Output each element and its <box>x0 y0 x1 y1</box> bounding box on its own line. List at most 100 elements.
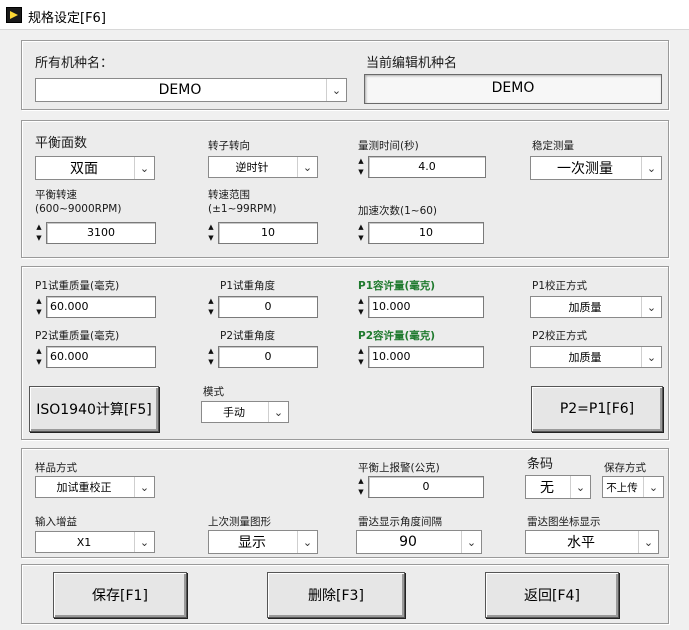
chevron-down-icon: ⌄ <box>641 297 661 317</box>
speed-range-spinner[interactable]: ▲ ▼ <box>206 222 216 244</box>
stable-measure-value: 一次测量 <box>557 161 613 177</box>
chevron-down-icon: ⌄ <box>641 347 661 367</box>
mode-dropdown[interactable]: 手动 ⌄ <box>201 401 289 423</box>
last-graph-dropdown[interactable]: 显示 ⌄ <box>208 530 318 554</box>
p1-mass-label: P1试重质量(毫克) <box>35 280 120 292</box>
current-model-label: 当前编辑机种名 <box>366 56 458 71</box>
all-models-label: 所有机种名： <box>35 56 114 71</box>
model-panel: 所有机种名： DEMO ⌄ 当前编辑机种名 DEMO <box>21 40 669 110</box>
chevron-down-icon: ⌄ <box>638 531 658 553</box>
p2-tolerance-label: P2容许量(毫克) <box>358 330 436 342</box>
radar-angle-label: 雷达显示角度间隔 <box>358 516 442 528</box>
speed-range-label: 转速范围 <box>208 189 250 201</box>
p1-tolerance-label: P1容许量(毫克) <box>358 280 436 292</box>
p2-angle-spinner[interactable]: ▲ ▼ <box>206 346 216 368</box>
footer-panel: 保存[F1] 删除[F3] 返回[F4] <box>21 564 669 624</box>
p1-mass-spinner[interactable]: ▲ ▼ <box>34 296 44 318</box>
p1-correction-label: P1校正方式 <box>532 280 588 292</box>
chevron-down-icon: ⌄ <box>326 79 346 101</box>
measure-time-spinner[interactable]: ▲ ▼ <box>356 156 366 178</box>
radar-coord-value: 水平 <box>567 535 595 551</box>
alarm-input[interactable]: 0 <box>368 476 484 498</box>
p1-correction-dropdown[interactable]: 加质量 ⌄ <box>530 296 662 318</box>
barcode-dropdown[interactable]: 无 ⌄ <box>525 475 591 499</box>
p2-correction-label: P2校正方式 <box>532 330 588 342</box>
misc-panel: 样品方式 加试重校正 ⌄ 平衡上报警(公克) ▲ ▼ 0 条码 无 ⌄ 保存方式 … <box>21 448 669 558</box>
p1-tolerance-spinner[interactable]: ▲ ▼ <box>356 296 366 318</box>
mode-value: 手动 <box>223 406 245 419</box>
all-models-value: DEMO <box>158 82 202 98</box>
current-model-display: DEMO <box>364 74 662 104</box>
plane-count-value: 双面 <box>70 161 98 177</box>
p1-mass-input[interactable]: 60.000 <box>46 296 156 318</box>
speed-range-hint: (±1~99RPM) <box>208 203 277 215</box>
save-mode-value: 不上传 <box>606 481 638 494</box>
input-gain-dropdown[interactable]: X1 ⌄ <box>35 531 155 553</box>
balance-speed-label: 平衡转速 <box>35 189 77 201</box>
rotation-label: 转子转向 <box>208 140 250 152</box>
alarm-spinner[interactable]: ▲ ▼ <box>356 476 366 498</box>
speed-range-input[interactable]: 10 <box>218 222 318 244</box>
rotation-value: 逆时针 <box>235 161 269 174</box>
p2-tolerance-spinner[interactable]: ▲ ▼ <box>356 346 366 368</box>
radar-angle-dropdown[interactable]: 90 ⌄ <box>356 530 482 554</box>
chevron-down-icon: ⌄ <box>297 157 317 177</box>
chevron-down-icon: ⌄ <box>268 402 288 422</box>
radar-angle-value: 90 <box>399 534 417 550</box>
input-gain-value: X1 <box>76 535 92 549</box>
stable-measure-dropdown[interactable]: 一次测量 ⌄ <box>530 156 662 180</box>
chevron-down-icon: ⌄ <box>297 531 317 553</box>
balance-speed-spinner[interactable]: ▲ ▼ <box>34 222 44 244</box>
barcode-label: 条码 <box>527 457 554 472</box>
sample-mode-dropdown[interactable]: 加试重校正 ⌄ <box>35 476 155 498</box>
save-mode-dropdown[interactable]: 不上传 ⌄ <box>602 476 664 498</box>
p2-angle-input[interactable]: 0 <box>218 346 318 368</box>
delete-button[interactable]: 删除[F3] <box>267 572 405 618</box>
balance-speed-range-hint: (600~9000RPM) <box>35 203 122 215</box>
radar-coord-dropdown[interactable]: 水平 ⌄ <box>525 530 659 554</box>
p2-mass-spinner[interactable]: ▲ ▼ <box>34 346 44 368</box>
all-models-dropdown[interactable]: DEMO ⌄ <box>35 78 347 102</box>
p2-angle-label: P2试重角度 <box>220 330 276 342</box>
measure-time-input[interactable]: 4.0 <box>368 156 486 178</box>
p1-angle-spinner[interactable]: ▲ ▼ <box>206 296 216 318</box>
accel-count-label: 加速次数(1~60) <box>358 205 438 217</box>
p1-angle-label: P1试重角度 <box>220 280 276 292</box>
alarm-label: 平衡上报警(公克) <box>358 462 440 474</box>
p1-correction-value: 加质量 <box>568 301 602 314</box>
accel-count-input[interactable]: 10 <box>368 222 484 244</box>
sample-mode-value: 加试重校正 <box>56 481 112 494</box>
p1-tolerance-input[interactable]: 10.000 <box>368 296 484 318</box>
barcode-value: 无 <box>540 480 554 496</box>
chevron-down-icon: ⌄ <box>134 477 154 497</box>
last-graph-label: 上次测量图形 <box>208 516 271 528</box>
copy-p1-to-p2-button[interactable]: P2=P1[F6] <box>531 386 663 432</box>
balance-speed-input[interactable]: 3100 <box>46 222 156 244</box>
back-button[interactable]: 返回[F4] <box>485 572 619 618</box>
plane-count-label: 平衡面数 <box>35 136 88 151</box>
plane-count-dropdown[interactable]: 双面 ⌄ <box>35 156 155 180</box>
p2-correction-dropdown[interactable]: 加质量 ⌄ <box>530 346 662 368</box>
chevron-down-icon: ⌄ <box>134 532 154 552</box>
p2-mass-label: P2试重质量(毫克) <box>35 330 120 342</box>
save-button[interactable]: 保存[F1] <box>53 572 187 618</box>
labview-app-icon <box>6 7 22 23</box>
stable-measure-label: 稳定测量 <box>532 140 574 152</box>
p1-angle-input[interactable]: 0 <box>218 296 318 318</box>
p2-correction-value: 加质量 <box>568 351 602 364</box>
rotation-dropdown[interactable]: 逆时针 ⌄ <box>208 156 318 178</box>
chevron-down-icon: ⌄ <box>643 477 663 497</box>
p2-tolerance-input[interactable]: 10.000 <box>368 346 484 368</box>
balance-panel: 平衡面数 双面 ⌄ 转子转向 逆时针 ⌄ 量测时间(秒) ▲ ▼ 4.0 稳定测量… <box>21 120 669 258</box>
accel-count-spinner[interactable]: ▲ ▼ <box>356 222 366 244</box>
p2-mass-input[interactable]: 60.000 <box>46 346 156 368</box>
sample-mode-label: 样品方式 <box>35 462 77 474</box>
iso1940-button[interactable]: ISO1940计算[F5] <box>29 386 159 432</box>
title-bar: 规格设定[F6] <box>0 0 689 30</box>
chevron-down-icon: ⌄ <box>641 157 661 179</box>
trial-weight-panel: P1试重质量(毫克) ▲ ▼ 60.000 P1试重角度 ▲ ▼ 0 P1容许量(毫… <box>21 266 669 440</box>
chevron-down-icon: ⌄ <box>461 531 481 553</box>
save-mode-label: 保存方式 <box>604 462 646 474</box>
mode-label: 模式 <box>203 386 224 398</box>
window-title: 规格设定[F6] <box>28 11 106 26</box>
